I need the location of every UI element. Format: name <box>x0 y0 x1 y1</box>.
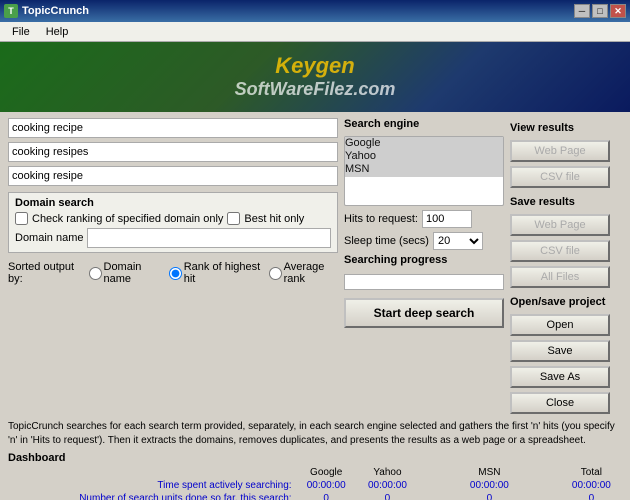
watermark-area: Keygen SoftWareFilez.com <box>0 42 630 112</box>
row1-yahoo: 0 <box>357 492 418 500</box>
row0-msn: 00:00:00 <box>418 479 561 492</box>
row1-google: 0 <box>296 492 357 500</box>
save-as-button[interactable]: Save As <box>510 366 610 388</box>
left-panel: Domain search Check ranking of specified… <box>8 118 338 414</box>
hits-label: Hits to request: <box>344 213 418 225</box>
watermark-line2: SoftWareFilez.com <box>235 79 396 101</box>
best-hit-label: Best hit only <box>244 213 304 225</box>
title-bar-text: TopicCrunch <box>22 5 89 17</box>
start-deep-search-button[interactable]: Start deep search <box>344 298 504 328</box>
watermark-text: Keygen SoftWareFilez.com <box>235 53 396 101</box>
view-results-label: View results <box>510 122 610 134</box>
row0-total: 00:00:00 <box>561 479 622 492</box>
menu-file[interactable]: File <box>4 24 38 40</box>
top-columns: Domain search Check ranking of specified… <box>8 118 622 414</box>
row0-google: 00:00:00 <box>296 479 357 492</box>
radio-domain-name-label: Domain name <box>104 261 161 285</box>
save-results-label: Save results <box>510 196 610 208</box>
search-term-2[interactable] <box>8 142 338 162</box>
save-all-files-button[interactable]: All Files <box>510 266 610 288</box>
radio-highest-hit: Rank of highest hit <box>169 261 261 285</box>
radio-average-rank: Average rank <box>269 261 338 285</box>
hits-row: Hits to request: <box>344 210 504 228</box>
dashboard-row-0: Time spent actively searching: 00:00:00 … <box>8 479 622 492</box>
right-panel: View results Web Page CSV file Save resu… <box>510 118 610 414</box>
domain-name-input[interactable] <box>87 228 331 248</box>
domain-check-row: Check ranking of specified domain only B… <box>15 212 331 225</box>
sorted-output-label: Sorted output by: <box>8 261 81 285</box>
engine-msn[interactable]: MSN <box>345 163 503 176</box>
watermark-line1: Keygen <box>235 53 396 79</box>
search-term-3[interactable] <box>8 166 338 186</box>
best-hit-checkbox[interactable] <box>227 212 240 225</box>
radio-domain-name: Domain name <box>89 261 161 285</box>
close-button[interactable]: Close <box>510 392 610 414</box>
domain-checkbox[interactable] <box>15 212 28 225</box>
sleep-label: Sleep time (secs) <box>344 235 429 247</box>
col-total: Total <box>561 466 622 479</box>
progress-bar <box>344 274 504 290</box>
sleep-select[interactable]: 51015 202530 <box>433 232 483 250</box>
open-save-label: Open/save project <box>510 296 610 308</box>
dashboard-title: Dashboard <box>8 452 622 464</box>
domain-name-row: Domain name <box>15 228 331 248</box>
radio-highest-hit-label: Rank of highest hit <box>184 261 261 285</box>
engine-yahoo[interactable]: Yahoo <box>345 150 503 163</box>
engine-google[interactable]: Google <box>345 137 503 150</box>
title-bar-controls: ─ □ ✕ <box>574 4 626 18</box>
domain-name-label: Domain name <box>15 232 83 244</box>
domain-search-title: Domain search <box>15 197 331 209</box>
hits-input[interactable] <box>422 210 472 228</box>
sleep-row: Sleep time (secs) 51015 202530 <box>344 232 504 250</box>
dashboard-row-1: Number of search units done so far, this… <box>8 492 622 500</box>
row0-yahoo: 00:00:00 <box>357 479 418 492</box>
view-csv-button[interactable]: CSV file <box>510 166 610 188</box>
save-button[interactable]: Save <box>510 340 610 362</box>
col-yahoo: Yahoo <box>357 466 418 479</box>
view-web-page-button[interactable]: Web Page <box>510 140 610 162</box>
search-engine-list[interactable]: Google Yahoo MSN <box>344 136 504 206</box>
open-button[interactable]: Open <box>510 314 610 336</box>
row1-msn: 0 <box>418 492 561 500</box>
menu-bar: File Help <box>0 22 630 42</box>
radio-domain-name-input[interactable] <box>89 267 102 280</box>
maximize-button[interactable]: □ <box>592 4 608 18</box>
description-text: TopicCrunch searches for each search ter… <box>8 420 622 448</box>
radio-highest-hit-input[interactable] <box>169 267 182 280</box>
app-window: T TopicCrunch ─ □ ✕ File Help Keygen Sof… <box>0 0 630 500</box>
radio-average-rank-label: Average rank <box>284 261 338 285</box>
middle-panel: Search engine Google Yahoo MSN Hits to r… <box>344 118 504 414</box>
radio-average-rank-input[interactable] <box>269 267 282 280</box>
domain-search-group: Domain search Check ranking of specified… <box>8 192 338 253</box>
search-term-1[interactable] <box>8 118 338 138</box>
progress-label: Searching progress <box>344 254 504 266</box>
col-empty <box>8 466 296 479</box>
menu-help[interactable]: Help <box>38 24 77 40</box>
title-bar-left: T TopicCrunch <box>4 4 89 18</box>
dashboard-section: Dashboard Google Yahoo MSN Total Time sp… <box>8 452 622 500</box>
content-area: Domain search Check ranking of specified… <box>0 112 630 500</box>
title-bar: T TopicCrunch ─ □ ✕ <box>0 0 630 22</box>
row1-total: 0 <box>561 492 622 500</box>
save-csv-button[interactable]: CSV file <box>510 240 610 262</box>
col-msn: MSN <box>418 466 561 479</box>
save-web-page-button[interactable]: Web Page <box>510 214 610 236</box>
sorted-output-group: Sorted output by: Domain name Rank of hi… <box>8 261 338 285</box>
row0-label: Time spent actively searching: <box>8 479 296 492</box>
minimize-button[interactable]: ─ <box>574 4 590 18</box>
dashboard-table: Google Yahoo MSN Total Time spent active… <box>8 466 622 500</box>
search-engine-label: Search engine <box>344 118 504 130</box>
app-icon: T <box>4 4 18 18</box>
domain-checkbox-label: Check ranking of specified domain only <box>32 213 223 225</box>
dashboard-header-row: Google Yahoo MSN Total <box>8 466 622 479</box>
row1-label: Number of search units done so far, this… <box>8 492 296 500</box>
title-close-button[interactable]: ✕ <box>610 4 626 18</box>
col-google: Google <box>296 466 357 479</box>
